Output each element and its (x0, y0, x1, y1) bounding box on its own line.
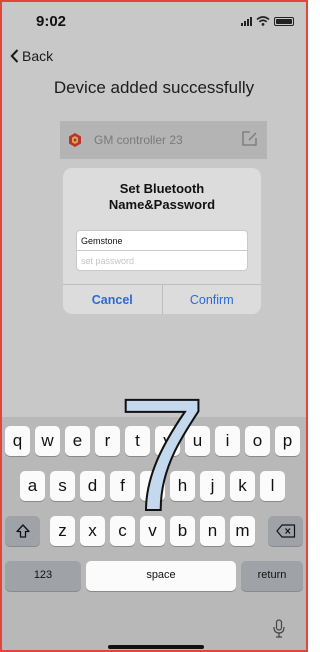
status-bar: 9:02 (2, 2, 306, 40)
key-z[interactable]: z (50, 516, 75, 546)
key-x[interactable]: x (80, 516, 105, 546)
device-logo-icon (69, 133, 81, 147)
wifi-icon (256, 16, 270, 26)
delete-key[interactable] (268, 516, 303, 546)
back-label: Back (22, 48, 54, 64)
key-q[interactable]: q (5, 426, 30, 456)
chevron-left-icon (10, 49, 19, 63)
key-c[interactable]: c (110, 516, 135, 546)
cancel-button[interactable]: Cancel (63, 285, 163, 314)
space-key[interactable]: space (86, 561, 236, 591)
key-o[interactable]: o (245, 426, 270, 456)
svg-text:7: 7 (118, 382, 207, 518)
key-w[interactable]: w (35, 426, 60, 456)
key-p[interactable]: p (275, 426, 300, 456)
confirm-button[interactable]: Confirm (163, 285, 262, 314)
shift-icon (15, 524, 30, 538)
key-n[interactable]: n (200, 516, 225, 546)
dialog-buttons: Cancel Confirm (63, 284, 261, 314)
key-l[interactable]: l (260, 471, 285, 501)
microphone-icon[interactable] (272, 619, 286, 639)
name-input[interactable] (76, 230, 248, 251)
home-indicator[interactable] (108, 645, 204, 649)
dialog-title-line1: Set Bluetooth (119, 181, 205, 196)
key-d[interactable]: d (80, 471, 105, 501)
edit-icon[interactable] (241, 130, 258, 147)
key-b[interactable]: b (170, 516, 195, 546)
device-name: GM controller 23 (94, 133, 183, 147)
key-m[interactable]: m (230, 516, 255, 546)
page-title: Device added successfully (53, 78, 255, 97)
status-icons (241, 16, 294, 26)
key-i[interactable]: i (215, 426, 240, 456)
status-time: 9:02 (36, 13, 67, 30)
step-number-seven: 7 (117, 382, 208, 518)
shift-key[interactable] (5, 516, 40, 546)
key-a[interactable]: a (20, 471, 45, 501)
return-key[interactable]: return (241, 561, 303, 591)
password-input[interactable] (76, 250, 248, 271)
phone-screen: 9:02 Back Device added successfully GM c… (0, 0, 308, 652)
key-s[interactable]: s (50, 471, 75, 501)
device-card: GM controller 23 (60, 121, 267, 159)
app-background: 9:02 Back Device added successfully GM c… (2, 2, 306, 417)
backspace-icon (275, 524, 295, 538)
key-k[interactable]: k (230, 471, 255, 501)
back-button[interactable]: Back (10, 48, 53, 64)
dialog-title: Set Bluetooth Name&Password (63, 181, 261, 213)
dialog-title-line2: Name&Password (108, 197, 216, 212)
key-v[interactable]: v (140, 516, 165, 546)
cellular-signal-icon (241, 16, 252, 26)
numbers-key[interactable]: 123 (5, 561, 81, 591)
bluetooth-dialog: Set Bluetooth Name&Password Cancel Confi… (63, 168, 261, 314)
battery-icon (274, 16, 294, 26)
key-e[interactable]: e (65, 426, 90, 456)
